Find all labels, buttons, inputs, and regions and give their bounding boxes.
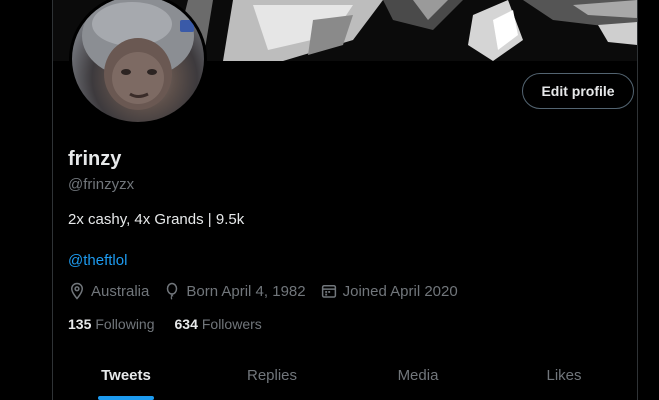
column-border-right bbox=[637, 0, 638, 400]
location-text: Australia bbox=[91, 282, 150, 300]
follow-stats: 135 Following 634 Followers bbox=[68, 316, 282, 332]
profile-name: frinzy bbox=[68, 148, 122, 170]
followers-link[interactable]: 634 Followers bbox=[175, 316, 262, 332]
calendar-icon bbox=[321, 285, 336, 298]
profile-meta: Australia Born April 4, 1982 Joined Apri… bbox=[68, 282, 472, 300]
birthday-item: Born April 4, 1982 bbox=[163, 282, 306, 300]
following-label: Following bbox=[95, 316, 155, 332]
balloon-icon bbox=[167, 282, 178, 300]
tab-media[interactable]: Media bbox=[345, 352, 491, 400]
map-pin-icon bbox=[70, 282, 84, 300]
profile-bio: 2x cashy, 4x Grands | 9.5k bbox=[68, 211, 245, 228]
followers-count: 634 bbox=[174, 316, 198, 332]
tab-replies[interactable]: Replies bbox=[199, 352, 345, 400]
tab-tweets[interactable]: Tweets bbox=[53, 352, 199, 400]
edit-profile-button[interactable]: Edit profile bbox=[522, 73, 634, 109]
tab-label: Media bbox=[397, 367, 439, 384]
avatar[interactable] bbox=[69, 0, 207, 125]
profile-page: Edit profile frinzy @frinzyzx 2x cashy, … bbox=[0, 0, 659, 400]
tab-label: Likes bbox=[546, 367, 582, 384]
joined-text: Joined April 2020 bbox=[342, 282, 458, 300]
following-count: 135 bbox=[68, 316, 92, 332]
tab-label: Tweets bbox=[101, 367, 151, 384]
tab-likes[interactable]: Likes bbox=[491, 352, 637, 400]
location-item: Australia bbox=[68, 282, 149, 300]
followers-label: Followers bbox=[201, 316, 262, 332]
joined-item: Joined April 2020 bbox=[320, 282, 458, 300]
active-tab-indicator bbox=[98, 396, 154, 400]
bio-mention-link[interactable]: @theftlol bbox=[68, 252, 127, 269]
tab-label: Replies bbox=[246, 367, 298, 384]
profile-handle: @frinzyzx bbox=[68, 176, 135, 193]
birthday-text: Born April 4, 1982 bbox=[186, 282, 306, 300]
profile-tabs: Tweets Replies Media Likes bbox=[53, 352, 637, 400]
following-link[interactable]: 135 Following bbox=[68, 316, 155, 332]
